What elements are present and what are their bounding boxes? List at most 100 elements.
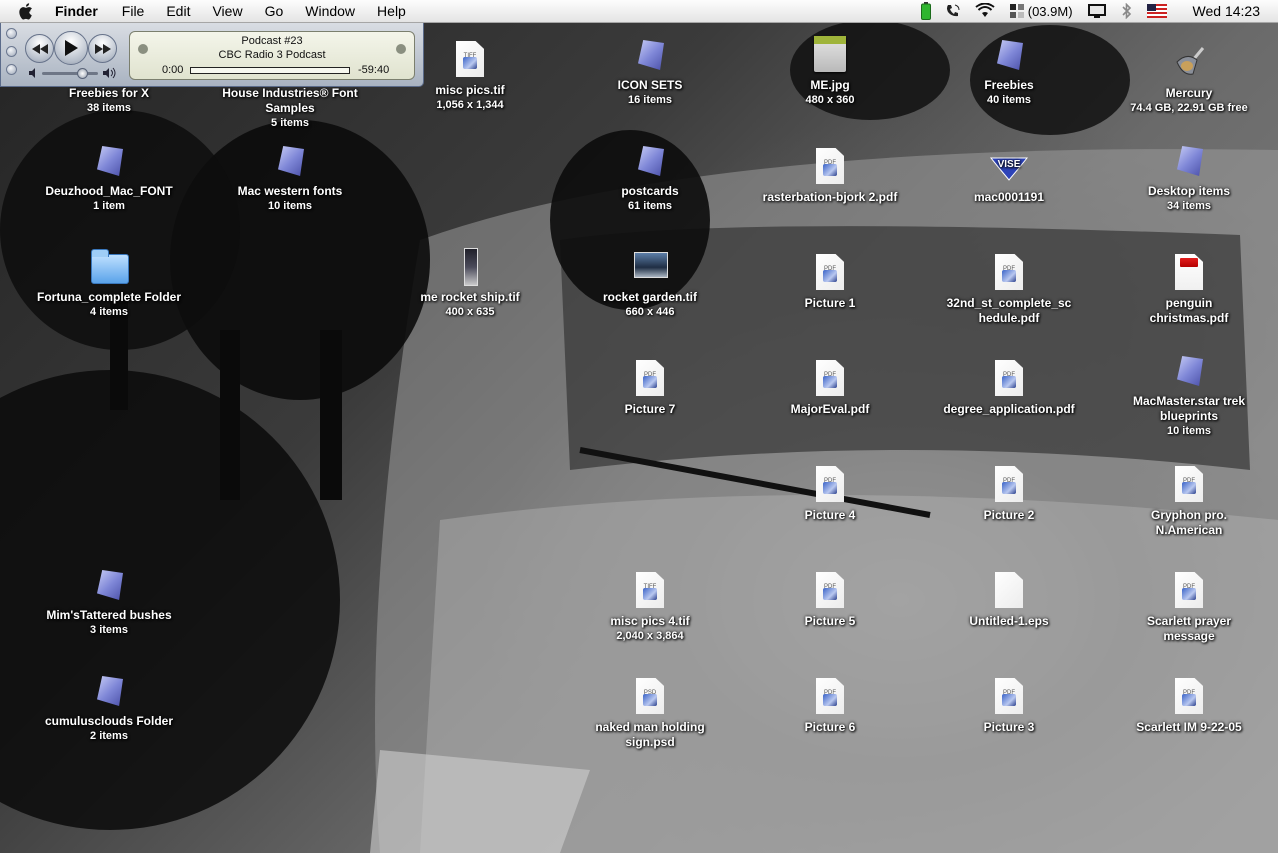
play-button[interactable]: [54, 31, 88, 65]
display-icon[interactable]: [1087, 3, 1107, 19]
acrobat-pdf-icon: [1169, 254, 1209, 294]
pdf-document-icon: PDF: [989, 466, 1029, 506]
desktop-icon-32nd-st[interactable]: PDF 32nd_st_complete_schedule.pdf: [929, 254, 1089, 326]
desktop-icon-postcards[interactable]: postcards 61 items: [570, 142, 730, 213]
desktop-icon-rasterbation[interactable]: PDF rasterbation-bjork 2.pdf: [750, 148, 910, 205]
desktop-icon-freebies[interactable]: Freebies 40 items: [929, 36, 1089, 107]
menubar-clock[interactable]: Wed 14:23: [1193, 3, 1260, 19]
desktop-icon-rocket-garden[interactable]: rocket garden.tif 660 x 446: [570, 248, 730, 319]
image-thumbnail-icon: [630, 248, 670, 288]
desktop-icon-fortuna[interactable]: Fortuna_complete Folder 4 items: [29, 248, 189, 319]
icon-info: 16 items: [627, 94, 673, 106]
bluetooth-icon[interactable]: [1121, 3, 1133, 19]
us-flag-icon[interactable]: [1146, 4, 1167, 18]
track-title: Podcast #23: [241, 35, 303, 47]
icon-label: MajorEval.pdf: [790, 402, 870, 416]
pdf-document-icon: PDF: [1169, 466, 1209, 506]
icon-label: mac0001191: [973, 190, 1045, 204]
desktop-icon-me-rocket[interactable]: me rocket ship.tif 400 x 635: [390, 248, 550, 319]
desktop-icon-scarlett-im[interactable]: PDF Scarlett IM 9-22-05: [1109, 678, 1269, 735]
desktop-icon-mac0001191[interactable]: VISE mac0001191: [929, 148, 1089, 205]
burn-folder-icon: [89, 672, 129, 712]
desktop-icon-cumulusclouds[interactable]: cumulusclouds Folder 2 items: [29, 672, 189, 743]
battery-icon[interactable]: [920, 2, 931, 20]
desktop-icon-picture-7[interactable]: PDF Picture 7: [570, 360, 730, 417]
player-lcd-display[interactable]: Podcast #23 CBC Radio 3 Podcast 0:00 -59…: [129, 31, 415, 80]
menu-edit[interactable]: Edit: [166, 2, 190, 20]
icon-label: naked man holding sign.psd: [595, 720, 705, 749]
icon-label: Fortuna_complete Folder: [36, 290, 182, 304]
desktop-icon-macmaster[interactable]: MacMaster.star trek blueprints 10 items: [1109, 352, 1269, 438]
menu-window[interactable]: Window: [305, 2, 355, 20]
itunes-mini-player[interactable]: Podcast #23 CBC Radio 3 Podcast 0:00 -59…: [0, 23, 424, 87]
menu-extras: (03.9M) Wed 14:23: [907, 0, 1260, 22]
menu-go[interactable]: Go: [265, 2, 284, 20]
menu-file[interactable]: File: [122, 2, 145, 20]
next-track-button[interactable]: [88, 34, 117, 63]
icon-label: Gryphon pro. N.American: [1151, 508, 1227, 537]
hard-drive-icon: [1169, 44, 1209, 84]
minimize-button[interactable]: [6, 46, 17, 57]
desktop-icon-picture-6[interactable]: PDF Picture 6: [750, 678, 910, 735]
desktop-icon-misc-pics-4[interactable]: TIFF misc pics 4.tif 2,040 x 3,864: [570, 572, 730, 643]
desktop-icon-gryphon[interactable]: PDF Gryphon pro. N.American: [1109, 466, 1269, 538]
desktop-icon-picture-3[interactable]: PDF Picture 3: [929, 678, 1089, 735]
pdf-document-icon: PDF: [810, 148, 850, 188]
desktop-icon-picture-4[interactable]: PDF Picture 4: [750, 466, 910, 523]
memory-monitor-icon[interactable]: (03.9M): [1009, 3, 1073, 19]
pdf-document-icon: PDF: [989, 678, 1029, 718]
icon-info: 1 item: [93, 200, 125, 212]
desktop-icon-degree-app[interactable]: PDF degree_application.pdf: [929, 360, 1089, 417]
desktop-icon-scarlett-prayer[interactable]: PDF Scarlett prayer message: [1109, 572, 1269, 644]
wifi-icon[interactable]: [975, 3, 995, 19]
icon-label: Mim'sTattered bushes: [46, 608, 172, 622]
desktop-icon-desktop-items[interactable]: Desktop items 34 items: [1109, 142, 1269, 213]
icon-info: 400 x 635: [445, 306, 495, 318]
icon-label: Untitled-1.eps: [969, 614, 1049, 628]
menu-list: Finder File Edit View Go Window Help: [55, 2, 428, 20]
desktop-icon-untitled-eps[interactable]: Untitled-1.eps: [929, 572, 1089, 629]
track-artist: CBC Radio 3 Podcast: [218, 49, 326, 61]
volume-slider[interactable]: [42, 72, 98, 75]
elapsed-time[interactable]: 0:00: [162, 64, 183, 76]
desktop-icon-mac-western[interactable]: Mac western fonts 10 items: [210, 142, 370, 213]
zoom-button[interactable]: [6, 64, 17, 75]
volume-slider-knob[interactable]: [77, 68, 88, 79]
desktop-icon-mercury[interactable]: Mercury 74.4 GB, 22.91 GB free: [1109, 44, 1269, 115]
phone-icon[interactable]: [945, 3, 961, 19]
close-button[interactable]: [6, 28, 17, 39]
rewind-icon: [31, 43, 48, 54]
image-thumbnail-icon: [450, 248, 490, 288]
desktop-icon-deuzhood[interactable]: Deuzhood_Mac_FONT 1 item: [29, 142, 189, 213]
burn-folder-icon: [630, 36, 670, 76]
desktop-icon-picture-2[interactable]: PDF Picture 2: [929, 466, 1089, 523]
desktop-icon-penguin[interactable]: penguin christmas.pdf: [1109, 254, 1269, 326]
desktop-icon-majoreval[interactable]: PDF MajorEval.pdf: [750, 360, 910, 417]
desktop-icon-picture-5[interactable]: PDF Picture 5: [750, 572, 910, 629]
menu-finder[interactable]: Finder: [55, 2, 98, 20]
icon-label: misc pics 4.tif: [610, 614, 690, 628]
pdf-document-icon: PDF: [630, 360, 670, 400]
progress-bar[interactable]: [190, 67, 350, 74]
icon-label: Picture 3: [983, 720, 1035, 734]
icon-label: Picture 2: [983, 508, 1035, 522]
desktop-icon-naked-man[interactable]: PSD naked man holding sign.psd: [570, 678, 730, 750]
desktop-icon-mims-tattered[interactable]: Mim'sTattered bushes 3 items: [29, 566, 189, 637]
menu-help[interactable]: Help: [377, 2, 406, 20]
apple-menu-icon[interactable]: [17, 1, 37, 21]
desktop-icon-me-jpg[interactable]: ME.jpg 480 x 360: [750, 36, 910, 107]
icon-label: degree_application.pdf: [943, 402, 1075, 416]
icon-label: MacMaster.star trek blueprints: [1132, 394, 1246, 423]
icon-label: Mac western fonts: [237, 184, 343, 198]
menu-view[interactable]: View: [212, 2, 242, 20]
play-icon: [65, 40, 78, 56]
remaining-time[interactable]: -59:40: [358, 64, 389, 76]
desktop-icon-picture-1[interactable]: PDF Picture 1: [750, 254, 910, 311]
previous-track-button[interactable]: [25, 34, 54, 63]
pdf-document-icon: PDF: [1169, 572, 1209, 612]
icon-info: 10 items: [267, 200, 313, 212]
desktop-icon-icon-sets[interactable]: ICON SETS 16 items: [570, 36, 730, 107]
icon-label: me rocket ship.tif: [420, 290, 520, 304]
icon-info: 61 items: [627, 200, 673, 212]
icon-label: rocket garden.tif: [602, 290, 698, 304]
